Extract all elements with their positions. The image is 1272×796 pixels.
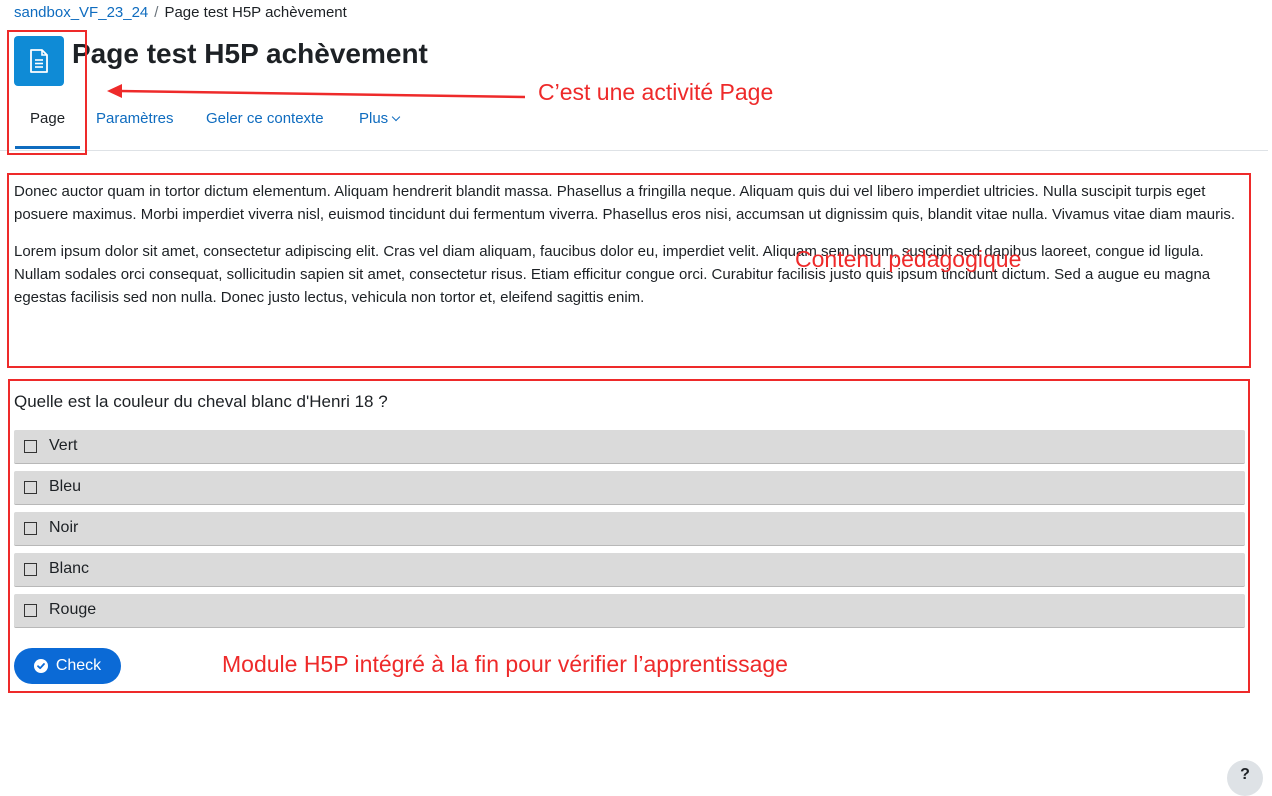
annotation-box-activity (7, 30, 87, 155)
breadcrumb-separator: / (154, 4, 159, 21)
breadcrumb-current: Page test H5P achèvement (164, 4, 347, 21)
breadcrumb: sandbox_VF_23_24 / Page test H5P achèvemen… (14, 4, 347, 22)
annotation-content-label: Contenu pédagogique (795, 246, 1022, 272)
chevron-down-icon (391, 112, 401, 122)
help-button[interactable]: ? (1227, 760, 1263, 796)
annotation-module-label: Module H5P intégré à la fin pour vérifie… (222, 651, 788, 677)
annotation-box-module (8, 379, 1250, 693)
tab-more-label: Plus (359, 110, 389, 127)
annotation-activity-label: C’est une activité Page (538, 79, 774, 105)
tab-more[interactable]: Plus (359, 110, 401, 128)
tab-freeze-context[interactable]: Geler ce contexte (206, 110, 324, 128)
page-title: Page test H5P achèvement (72, 38, 428, 69)
annotation-arrow (107, 84, 526, 99)
tab-settings[interactable]: Paramètres (96, 110, 174, 128)
secondary-navigation: Page Paramètres Geler ce contexte Plus (0, 100, 1268, 151)
annotation-box-content (7, 173, 1251, 368)
breadcrumb-course-link[interactable]: sandbox_VF_23_24 (14, 4, 148, 21)
